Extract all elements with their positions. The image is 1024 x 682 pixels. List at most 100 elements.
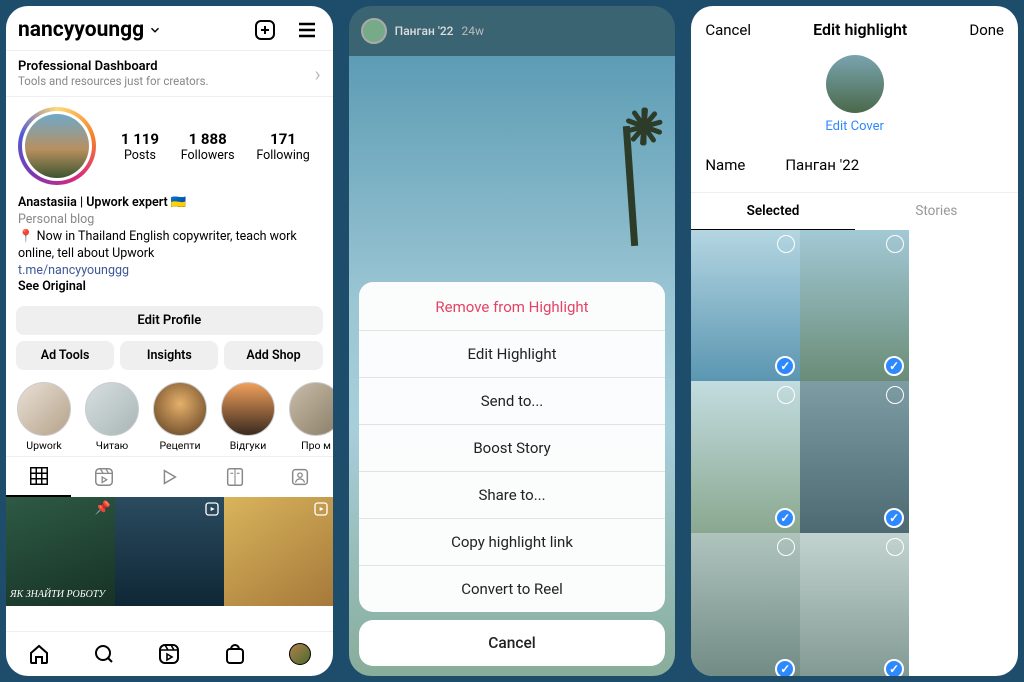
tab-tagged[interactable] — [267, 457, 332, 497]
story-header: Панган '22 24w — [349, 6, 676, 56]
tab-stories[interactable]: Stories — [855, 193, 1018, 230]
edit-highlight-button[interactable]: Edit Highlight — [359, 330, 666, 377]
reels-badge-icon — [204, 501, 220, 517]
story-screen: Панган '22 24w Remove from Highlight Edi… — [349, 6, 676, 676]
posts-grid: 📌 ЯК ЗНАЙТИ РОБОТУ — [6, 497, 333, 606]
edit-cover-link[interactable]: Edit Cover — [825, 119, 884, 134]
post-thumbnail[interactable] — [115, 497, 224, 606]
username: nancyyoungg — [18, 18, 144, 42]
copy-link-button[interactable]: Copy highlight link — [359, 518, 666, 565]
story-thumbnail[interactable]: ✓ — [691, 533, 800, 677]
chevron-down-icon — [148, 23, 162, 37]
chevron-right-icon — [315, 62, 321, 86]
story-thumbnail[interactable]: ✓ — [800, 381, 909, 532]
home-icon — [27, 642, 51, 666]
palm-decoration — [591, 86, 651, 246]
name-label: Name — [705, 156, 785, 174]
profile-avatar[interactable] — [18, 107, 96, 185]
convert-to-reel-button[interactable]: Convert to Reel — [359, 565, 666, 612]
followers-stat[interactable]: 1 888 Followers — [181, 130, 235, 163]
story-thumbnail[interactable]: ✓ — [691, 381, 800, 532]
highlight-item[interactable]: Upwork — [14, 382, 74, 452]
story-photo[interactable]: Remove from Highlight Edit Highlight Sen… — [349, 56, 676, 676]
cover-image[interactable] — [826, 55, 884, 113]
bio-text: 📍 Now in Thailand English copywriter, te… — [18, 229, 321, 263]
tab-reels[interactable] — [71, 457, 136, 497]
story-title[interactable]: Панган '22 — [395, 24, 454, 38]
story-thumbnail[interactable]: ✓ — [800, 230, 909, 381]
tab-selected[interactable]: Selected — [691, 193, 854, 230]
insights-button[interactable]: Insights — [120, 341, 218, 370]
nav-search[interactable] — [71, 632, 136, 676]
professional-dashboard-row[interactable]: Professional Dashboard Tools and resourc… — [6, 50, 333, 97]
select-ring-icon — [886, 538, 904, 556]
dashboard-subtitle: Tools and resources just for creators. — [18, 74, 315, 88]
play-outline-icon — [158, 466, 180, 488]
tab-guides[interactable] — [202, 457, 267, 497]
bio-block: Anastasiia | Upwork expert 🇺🇦 Personal b… — [6, 195, 333, 302]
post-thumbnail[interactable] — [224, 497, 333, 606]
bio-category: Personal blog — [18, 212, 321, 229]
edit-profile-button[interactable]: Edit Profile — [16, 306, 323, 335]
boost-story-button[interactable]: Boost Story — [359, 424, 666, 471]
menu-button[interactable] — [293, 16, 321, 44]
ad-tools-button[interactable]: Ad Tools — [16, 341, 114, 370]
cancel-link[interactable]: Cancel — [705, 21, 751, 39]
profile-stats-row: 1 119 Posts 1 888 Followers 171 Followin… — [6, 97, 333, 195]
remove-from-highlight-button[interactable]: Remove from Highlight — [359, 282, 666, 330]
highlight-item[interactable]: Читаю — [82, 382, 142, 452]
story-thumbnail[interactable]: ✓ — [691, 230, 800, 381]
hamburger-icon — [295, 18, 319, 42]
dashboard-title: Professional Dashboard — [18, 59, 315, 74]
search-icon — [92, 642, 116, 666]
see-original-link[interactable]: See Original — [18, 279, 321, 296]
check-icon: ✓ — [775, 356, 795, 376]
select-ring-icon — [777, 538, 795, 556]
tab-grid[interactable] — [6, 457, 71, 497]
create-button[interactable] — [251, 16, 279, 44]
name-row: Name Панган '22 — [691, 146, 1018, 193]
bio-link[interactable]: t.me/nancyyounggg — [18, 263, 321, 280]
add-shop-button[interactable]: Add Shop — [224, 341, 322, 370]
following-stat[interactable]: 171 Following — [256, 130, 309, 163]
done-link[interactable]: Done — [969, 21, 1004, 39]
reels-icon — [93, 466, 115, 488]
bio-name: Anastasiia | Upwork expert 🇺🇦 — [18, 195, 321, 212]
grid-icon — [28, 465, 50, 487]
highlight-item[interactable]: Рецепти — [150, 382, 210, 452]
story-avatar-icon[interactable] — [361, 18, 387, 44]
select-ring-icon — [777, 386, 795, 404]
shop-icon — [223, 642, 247, 666]
selected-grid: ✓ ✓ ✓ ✓ ✓ ✓ — [691, 230, 1018, 676]
highlight-item[interactable]: Про м — [286, 382, 333, 452]
cancel-button[interactable]: Cancel — [359, 620, 666, 666]
tagged-icon — [289, 466, 311, 488]
posts-stat[interactable]: 1 119 Posts — [121, 130, 159, 163]
edit-highlight-screen: Cancel Edit highlight Done Edit Cover Na… — [691, 6, 1018, 676]
nav-home[interactable] — [6, 632, 71, 676]
profile-header: nancyyoungg — [6, 6, 333, 50]
select-ring-icon — [777, 235, 795, 253]
plus-square-icon — [253, 18, 277, 42]
highlight-item[interactable]: Відгуки — [218, 382, 278, 452]
bottom-nav — [6, 631, 333, 676]
nav-profile[interactable] — [267, 632, 332, 676]
check-icon: ✓ — [884, 356, 904, 376]
share-to-button[interactable]: Share to... — [359, 471, 666, 518]
highlights-row[interactable]: Upwork Читаю Рецепти Відгуки Про м — [6, 374, 333, 456]
post-thumbnail[interactable]: 📌 ЯК ЗНАЙТИ РОБОТУ — [6, 497, 115, 606]
select-ring-icon — [886, 235, 904, 253]
name-input[interactable]: Панган '22 — [785, 156, 859, 174]
reels-nav-icon — [157, 642, 181, 666]
profile-screen: nancyyoungg Professional Dashboard Tools… — [6, 6, 333, 676]
action-sheet: Remove from Highlight Edit Highlight Sen… — [359, 282, 666, 666]
check-icon: ✓ — [775, 508, 795, 528]
nav-reels[interactable] — [137, 632, 202, 676]
select-ring-icon — [886, 386, 904, 404]
username-dropdown[interactable]: nancyyoungg — [18, 18, 162, 42]
story-thumbnail[interactable]: ✓ — [800, 533, 909, 677]
send-to-button[interactable]: Send to... — [359, 377, 666, 424]
nav-shop[interactable] — [202, 632, 267, 676]
content-tabs: Selected Stories — [691, 193, 1018, 230]
tab-video[interactable] — [137, 457, 202, 497]
